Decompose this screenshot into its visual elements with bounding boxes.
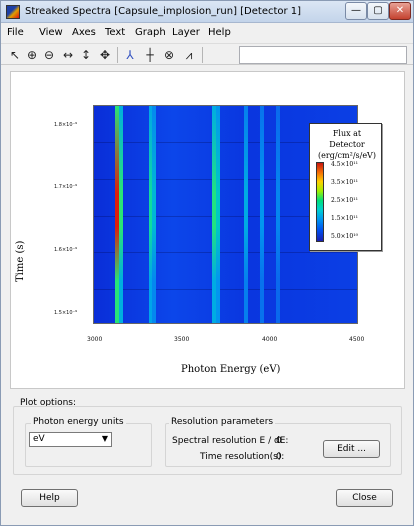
legend-tick-label: 1.5×10¹¹	[331, 215, 359, 222]
heatmap-emission-band	[259, 106, 264, 323]
heatmap-row-boundary	[94, 252, 357, 253]
pan-vertical-icon[interactable]: ↕	[78, 47, 94, 63]
heatmap-emission-band	[152, 106, 157, 323]
legend-title: Flux at Detector (erg/cm²/s/eV)	[314, 128, 380, 161]
x-tick-label: 3000	[87, 336, 103, 343]
edit-button[interactable]: Edit ...	[323, 440, 380, 458]
window-title: Streaked Spectra [Capsule_implosion_run]…	[25, 6, 302, 17]
x-tick-label: 3500	[174, 336, 190, 343]
heatmap-row-boundary	[94, 289, 357, 290]
pointer-icon[interactable]: ↖	[7, 47, 23, 63]
time-resolution-value: 0	[276, 452, 282, 462]
menu-axes[interactable]: Axes	[72, 27, 96, 38]
spectral-resolution-label: Spectral resolution E / dE:	[172, 436, 289, 446]
legend-title-line1: Flux at Detector	[329, 129, 365, 149]
app-icon	[6, 5, 20, 19]
menu-help[interactable]: Help	[208, 27, 231, 38]
target-icon[interactable]: ⊗	[161, 47, 177, 63]
x-axis-label: Photon Energy (eV)	[181, 364, 281, 375]
help-button[interactable]: Help	[21, 489, 78, 507]
menu-view[interactable]: View	[39, 27, 63, 38]
pan-horizontal-icon[interactable]: ↔	[60, 47, 76, 63]
heatmap-emission-band	[243, 106, 248, 323]
menu-graph[interactable]: Graph	[135, 27, 166, 38]
heatmap-emission-band	[275, 106, 280, 323]
menu-bar: File View Axes Text Graph Layer Help	[1, 24, 413, 42]
y-tick-label: 1.8×10⁻⁹	[54, 122, 78, 128]
time-resolution-label: Time resolution(s):	[200, 452, 285, 462]
units-select[interactable]: eV ▼	[29, 432, 112, 447]
zoom-out-icon[interactable]: ⊖	[41, 47, 57, 63]
spectral-resolution-value: 0	[276, 436, 282, 446]
legend-tick-label: 3.5×10¹¹	[331, 179, 359, 186]
y-tick-label: 1.5×10⁻⁹	[54, 310, 78, 316]
title-bar[interactable]: Streaked Spectra [Capsule_implosion_run]…	[1, 1, 413, 23]
toolbar: ↖ ⊕ ⊖ ↔ ↕ ✥ ⅄ ┼ ⊗ ⩘	[1, 43, 413, 65]
crosshair-icon[interactable]: ┼	[142, 47, 158, 63]
units-caption: Photon energy units	[31, 417, 126, 427]
menu-layer[interactable]: Layer	[172, 27, 200, 38]
resolution-caption: Resolution parameters	[169, 417, 276, 427]
heatmap-emission-band	[118, 106, 123, 323]
heatmap-emission-band	[215, 106, 220, 323]
menu-text[interactable]: Text	[105, 27, 125, 38]
axes-icon[interactable]: ⅄	[122, 47, 138, 63]
legend-tick-label: 2.5×10¹¹	[331, 197, 359, 204]
legend-title-line2: (erg/cm²/s/eV)	[318, 151, 376, 160]
zoom-in-icon[interactable]: ⊕	[24, 47, 40, 63]
units-select-value: eV	[33, 434, 45, 444]
pan-all-icon[interactable]: ✥	[97, 47, 113, 63]
chevron-down-icon: ▼	[101, 434, 108, 443]
y-tick-label: 1.6×10⁻⁹	[54, 247, 78, 253]
y-tick-label: 1.7×10⁻⁹	[54, 184, 78, 190]
menu-file[interactable]: File	[7, 27, 24, 38]
plot-panel: Time (s) 1.8×10⁻⁹ 1.7×10⁻⁹ 1.6×10⁻⁹ 1.5×…	[10, 71, 405, 389]
app-window: Streaked Spectra [Capsule_implosion_run]…	[0, 0, 414, 526]
close-window-button[interactable]: ✕	[389, 2, 411, 20]
close-button[interactable]: Close	[336, 489, 393, 507]
maximize-button[interactable]: ▢	[367, 2, 389, 20]
legend-tick-label: 4.5×10¹¹	[331, 161, 359, 168]
legend-tick-label: 5.0×10¹⁰	[331, 233, 359, 240]
y-axis-label: Time (s)	[15, 240, 26, 282]
toolbar-separator	[117, 47, 118, 63]
toolbar-readout-field[interactable]	[239, 46, 407, 64]
x-tick-label: 4500	[349, 336, 365, 343]
x-tick-label: 4000	[262, 336, 278, 343]
graph-icon[interactable]: ⩘	[181, 47, 197, 63]
toolbar-separator	[202, 47, 203, 63]
colorbar-gradient	[316, 162, 324, 242]
minimize-button[interactable]: —	[345, 2, 367, 20]
colorbar-legend[interactable]: Flux at Detector (erg/cm²/s/eV) 4.5×10¹¹…	[309, 123, 382, 251]
